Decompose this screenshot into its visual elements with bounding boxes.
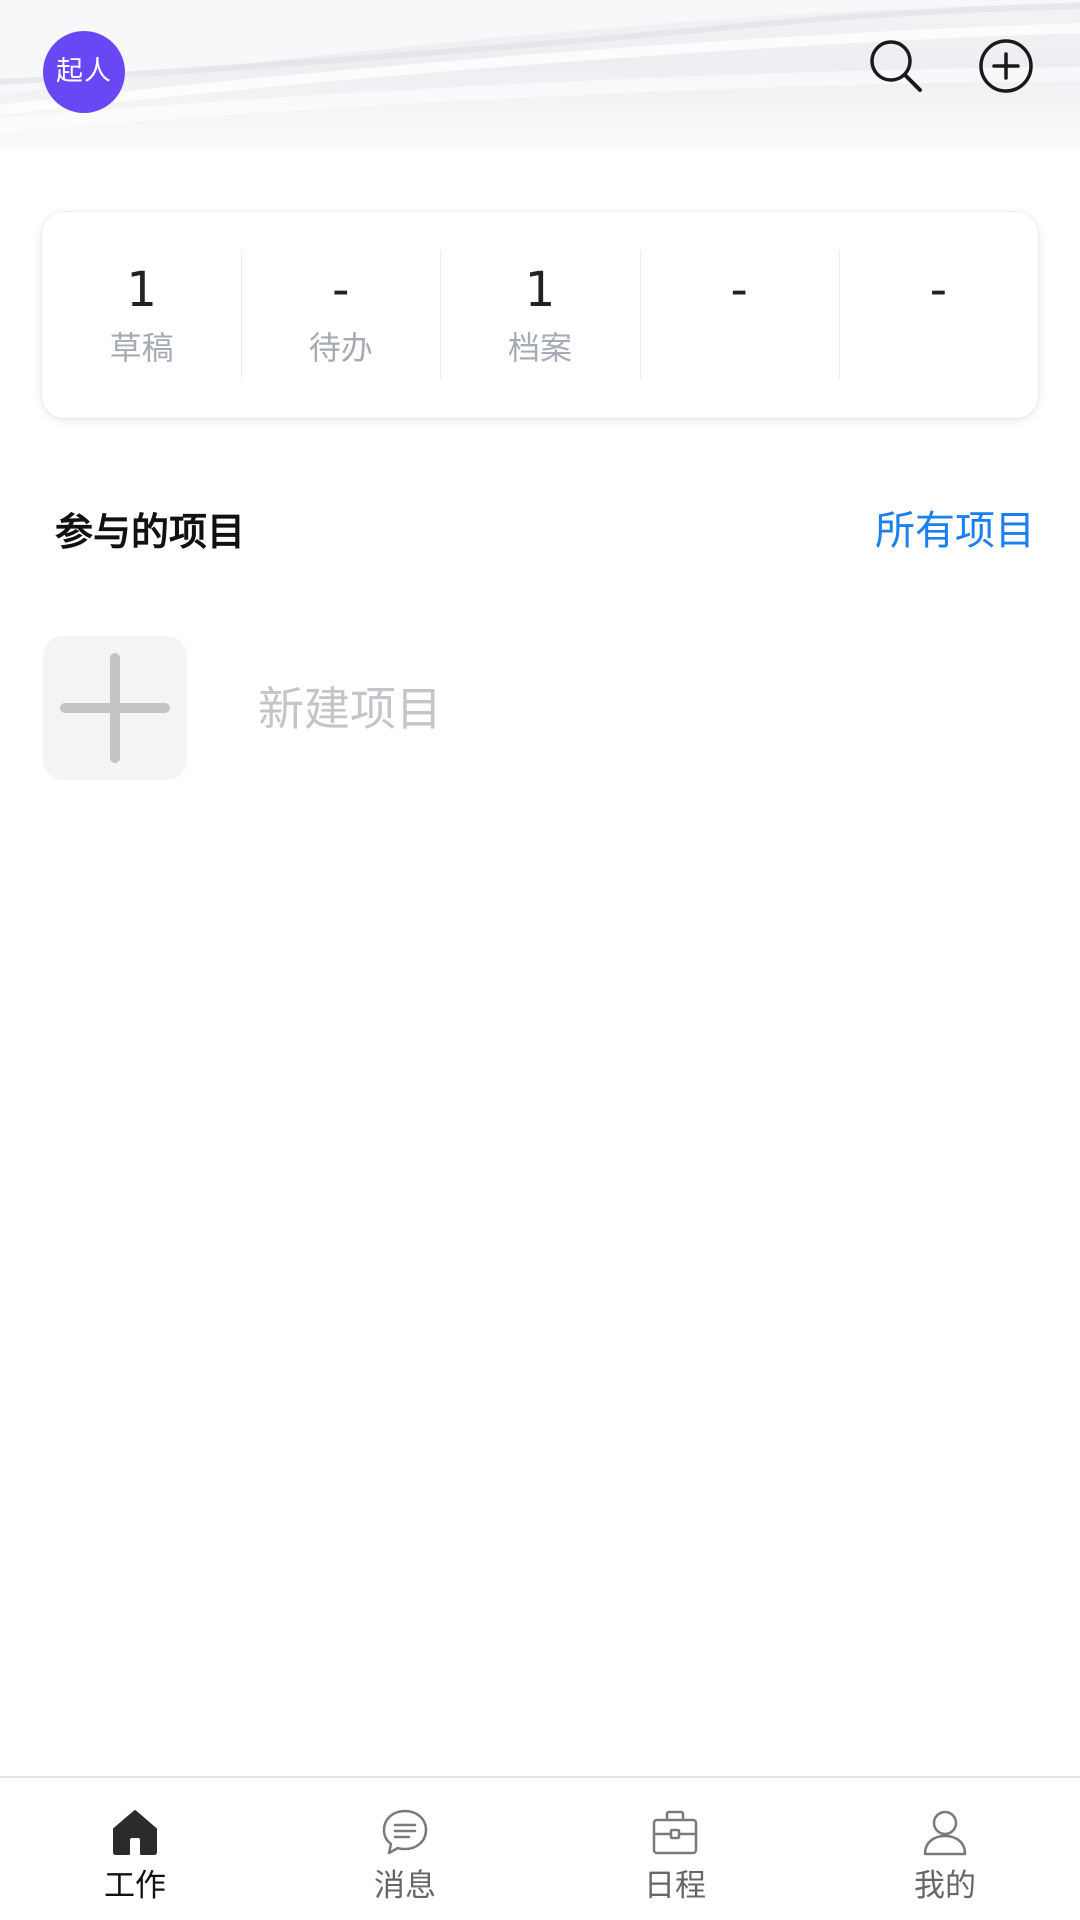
search-icon [870,40,922,92]
top-header: 起人 [0,0,1080,150]
new-project-button[interactable]: 新建项目 [43,636,643,780]
stat-label: 草稿 [109,329,174,367]
stat-value: 1 [126,262,157,318]
tab-schedule[interactable]: 日程 [540,1778,810,1920]
stat-archive[interactable]: 1 档案 [440,250,639,380]
stat-slot-5[interactable]: - [838,250,1038,380]
user-avatar[interactable]: 起人 [43,31,125,113]
stat-value: - [929,262,948,318]
all-projects-link[interactable]: 所有项目 [875,506,1035,556]
tab-messages[interactable]: 消息 [270,1778,540,1920]
briefcase-icon [652,1810,698,1855]
stat-label: 待办 [308,329,373,367]
stat-label: 档案 [508,329,573,367]
search-button[interactable] [866,36,926,96]
chat-bubble-icon [382,1809,428,1855]
tab-label: 消息 [374,1868,436,1904]
plus-icon [60,653,170,763]
stat-drafts[interactable]: 1 草稿 [42,250,241,380]
stat-value: - [332,262,350,318]
tab-work[interactable]: 工作 [0,1778,270,1920]
stats-card: 1 草稿 - 待办 1 档案 - - [42,212,1038,418]
stat-value: 1 [524,262,556,318]
tab-label: 日程 [644,1868,706,1904]
tab-label: 我的 [914,1868,976,1904]
stat-value: - [730,262,748,318]
add-circle-icon [979,39,1033,93]
home-icon [113,1810,157,1855]
section-title: 参与的项目 [55,510,246,554]
tab-label: 工作 [104,1868,166,1904]
user-icon [923,1810,967,1856]
bottom-tab-bar: 工作 消息 日程 我的 [0,1776,1080,1920]
new-project-tile[interactable] [43,636,187,780]
stat-slot-4[interactable]: - [639,250,839,380]
tab-mine[interactable]: 我的 [810,1778,1080,1920]
stat-todo[interactable]: - 待办 [241,250,440,380]
avatar-text: 起人 [56,56,112,87]
new-project-label: 新建项目 [258,682,442,736]
workspace-page: 起人 1 草稿 - 待办 1 档案 - - 参与的项目 所有项目 新建项目 工作… [0,0,1080,1920]
add-button[interactable] [976,36,1036,96]
